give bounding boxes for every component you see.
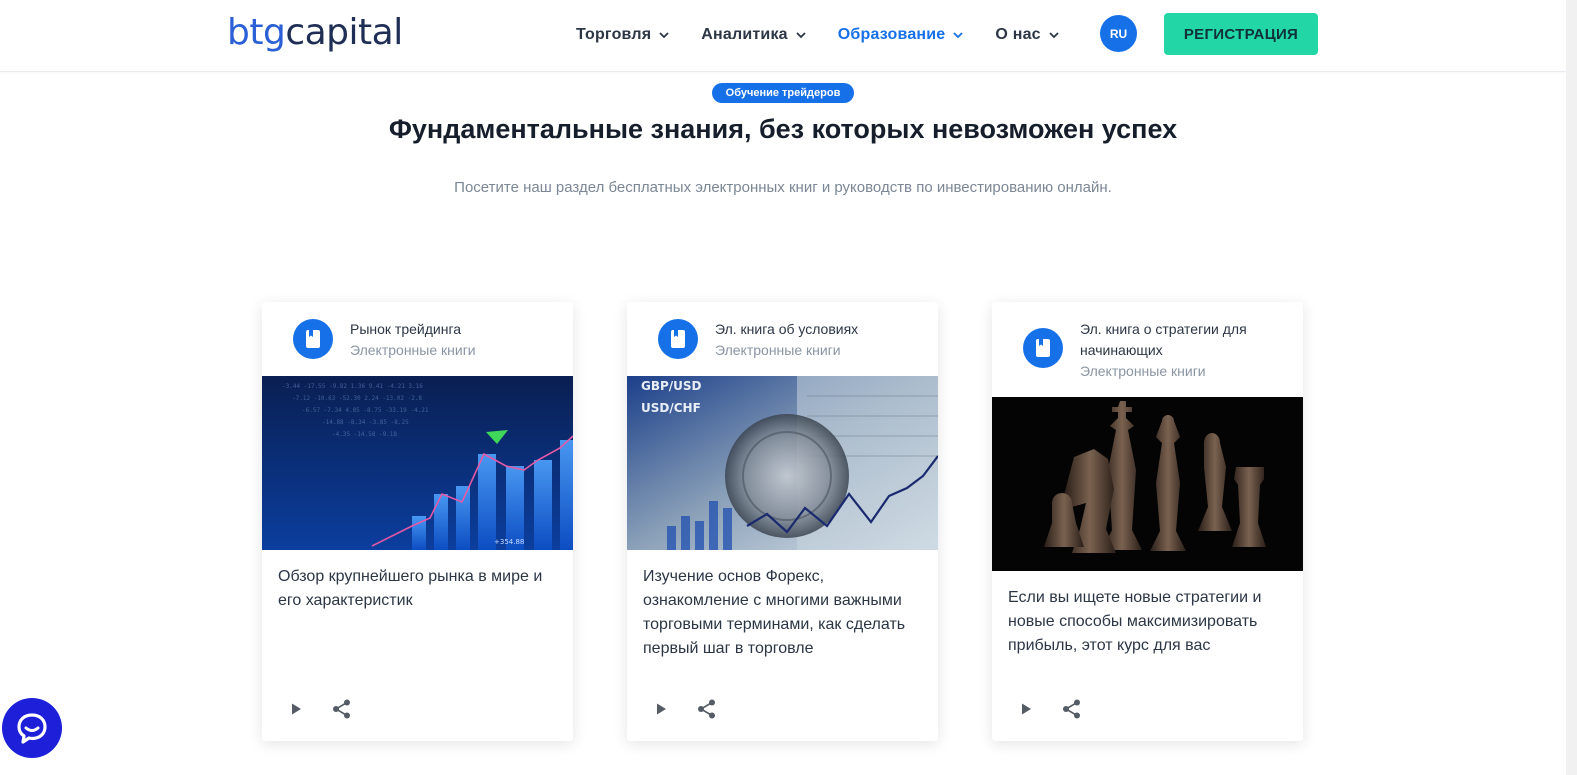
chevron-down-icon [796, 32, 806, 39]
ebook-card[interactable]: Рынок трейдинга Электронные книги -3.44 … [262, 302, 573, 741]
chevron-down-icon [953, 32, 964, 39]
card-title-block: Эл. книга о стратегии для начинающих Эле… [1080, 319, 1280, 382]
card-image-chess-pieces[interactable] [992, 397, 1303, 571]
nav-item-about[interactable]: О нас [995, 24, 1060, 46]
scrollbar[interactable] [1566, 0, 1577, 775]
card-image-trading-chart[interactable]: -3.44 -17.55 -9.82 1.36 9.41 -4.21 3.16 … [262, 376, 573, 550]
card-title-block: Эл. книга об условиях Электронные книги [715, 319, 915, 361]
svg-text:-6.57 -7.34 4.85 -8.75 -33.19: -6.57 -7.34 4.85 -8.75 -33.19 -4.21 [302, 407, 429, 414]
svg-text:-7.12 -10.63 -52.30 2.24 -13.0: -7.12 -10.63 -52.30 2.24 -13.02 -2.8 [292, 395, 422, 402]
share-icon [698, 699, 715, 719]
play-icon [292, 703, 301, 715]
nav-label: О нас [995, 26, 1041, 43]
card-actions [1014, 697, 1084, 721]
logo-part-capital: capital [285, 12, 403, 53]
book-icon [658, 319, 698, 359]
live-chat-button[interactable] [2, 698, 62, 758]
card-image-forex-currency[interactable]: GBP/USD USD/CHF [627, 376, 938, 550]
card-description: Обзор крупнейшего рынка в мире и его хар… [278, 568, 543, 609]
card-title[interactable]: Эл. книга об условиях [715, 319, 915, 340]
book-icon [1023, 328, 1063, 368]
section-badge: Обучение трейдеров [712, 83, 854, 103]
image-label: +354.88 [494, 538, 524, 546]
share-button[interactable] [695, 697, 719, 721]
ebook-card[interactable]: Эл. книга о стратегии для начинающих Эле… [992, 302, 1303, 741]
card-description: Если вы ищете новые стратегии и новые сп… [1008, 589, 1262, 654]
play-button[interactable] [649, 697, 673, 721]
card-actions [649, 697, 719, 721]
svg-text:-4.35 -14.58 -9.18: -4.35 -14.58 -9.18 [332, 431, 397, 438]
card-category[interactable]: Электронные книги [1080, 361, 1280, 382]
page-title: Фундаментальные знания, без которых нево… [388, 114, 1178, 144]
share-icon [1063, 699, 1080, 719]
chat-bubble-icon [17, 713, 47, 744]
site-header: btgcapital Торговля Аналитика Образовани… [0, 0, 1566, 72]
card-title[interactable]: Эл. книга о стратегии для начинающих [1080, 319, 1280, 361]
book-icon [293, 319, 333, 359]
card-actions [284, 697, 354, 721]
nav-label: Образование [837, 26, 946, 43]
logo[interactable]: btgcapital [227, 12, 403, 54]
image-label: USD/CHF [641, 401, 701, 415]
svg-text:-3.44 -17.55 -9.82 1.36 9.41 -: -3.44 -17.55 -9.82 1.36 9.41 -4.21 3.16 [282, 383, 423, 390]
share-button[interactable] [1060, 697, 1084, 721]
nav-item-education[interactable]: Образование [838, 24, 966, 46]
ebook-card[interactable]: Эл. книга об условиях Электронные книги … [627, 302, 938, 741]
share-icon [333, 699, 350, 719]
card-category[interactable]: Электронные книги [350, 340, 550, 361]
main-nav: Торговля Аналитика Образование О нас [576, 24, 1091, 46]
card-title-block: Рынок трейдинга Электронные книги [350, 319, 550, 361]
share-button[interactable] [330, 697, 354, 721]
card-header: Эл. книга об условиях Электронные книги [627, 302, 938, 376]
nav-label: Торговля [576, 26, 652, 43]
card-title[interactable]: Рынок трейдинга [350, 319, 550, 340]
play-button[interactable] [284, 697, 308, 721]
play-button[interactable] [1014, 697, 1038, 721]
image-label: GBP/USD [641, 379, 702, 393]
nav-label: Аналитика [701, 26, 788, 43]
logo-part-btg: btg [227, 12, 286, 53]
chevron-down-icon [1049, 32, 1059, 39]
card-header: Эл. книга о стратегии для начинающих Эле… [992, 302, 1303, 397]
nav-item-analytics[interactable]: Аналитика [701, 24, 808, 46]
card-description: Изучение основ Форекс, ознакомление с мн… [643, 568, 906, 657]
card-header: Рынок трейдинга Электронные книги [262, 302, 573, 376]
play-icon [657, 703, 666, 715]
nav-item-trading[interactable]: Торговля [576, 24, 671, 46]
chevron-down-icon [659, 32, 669, 39]
card-category[interactable]: Электронные книги [715, 340, 915, 361]
page-subtitle: Посетите наш раздел бесплатных электронн… [454, 179, 1112, 196]
register-button[interactable]: РЕГИСТРАЦИЯ [1164, 13, 1318, 55]
svg-text:-14.88 -8.34 -3.85 -8.25: -14.88 -8.34 -3.85 -8.25 [322, 419, 409, 426]
language-switcher[interactable]: RU [1100, 15, 1137, 52]
play-icon [1022, 703, 1031, 715]
